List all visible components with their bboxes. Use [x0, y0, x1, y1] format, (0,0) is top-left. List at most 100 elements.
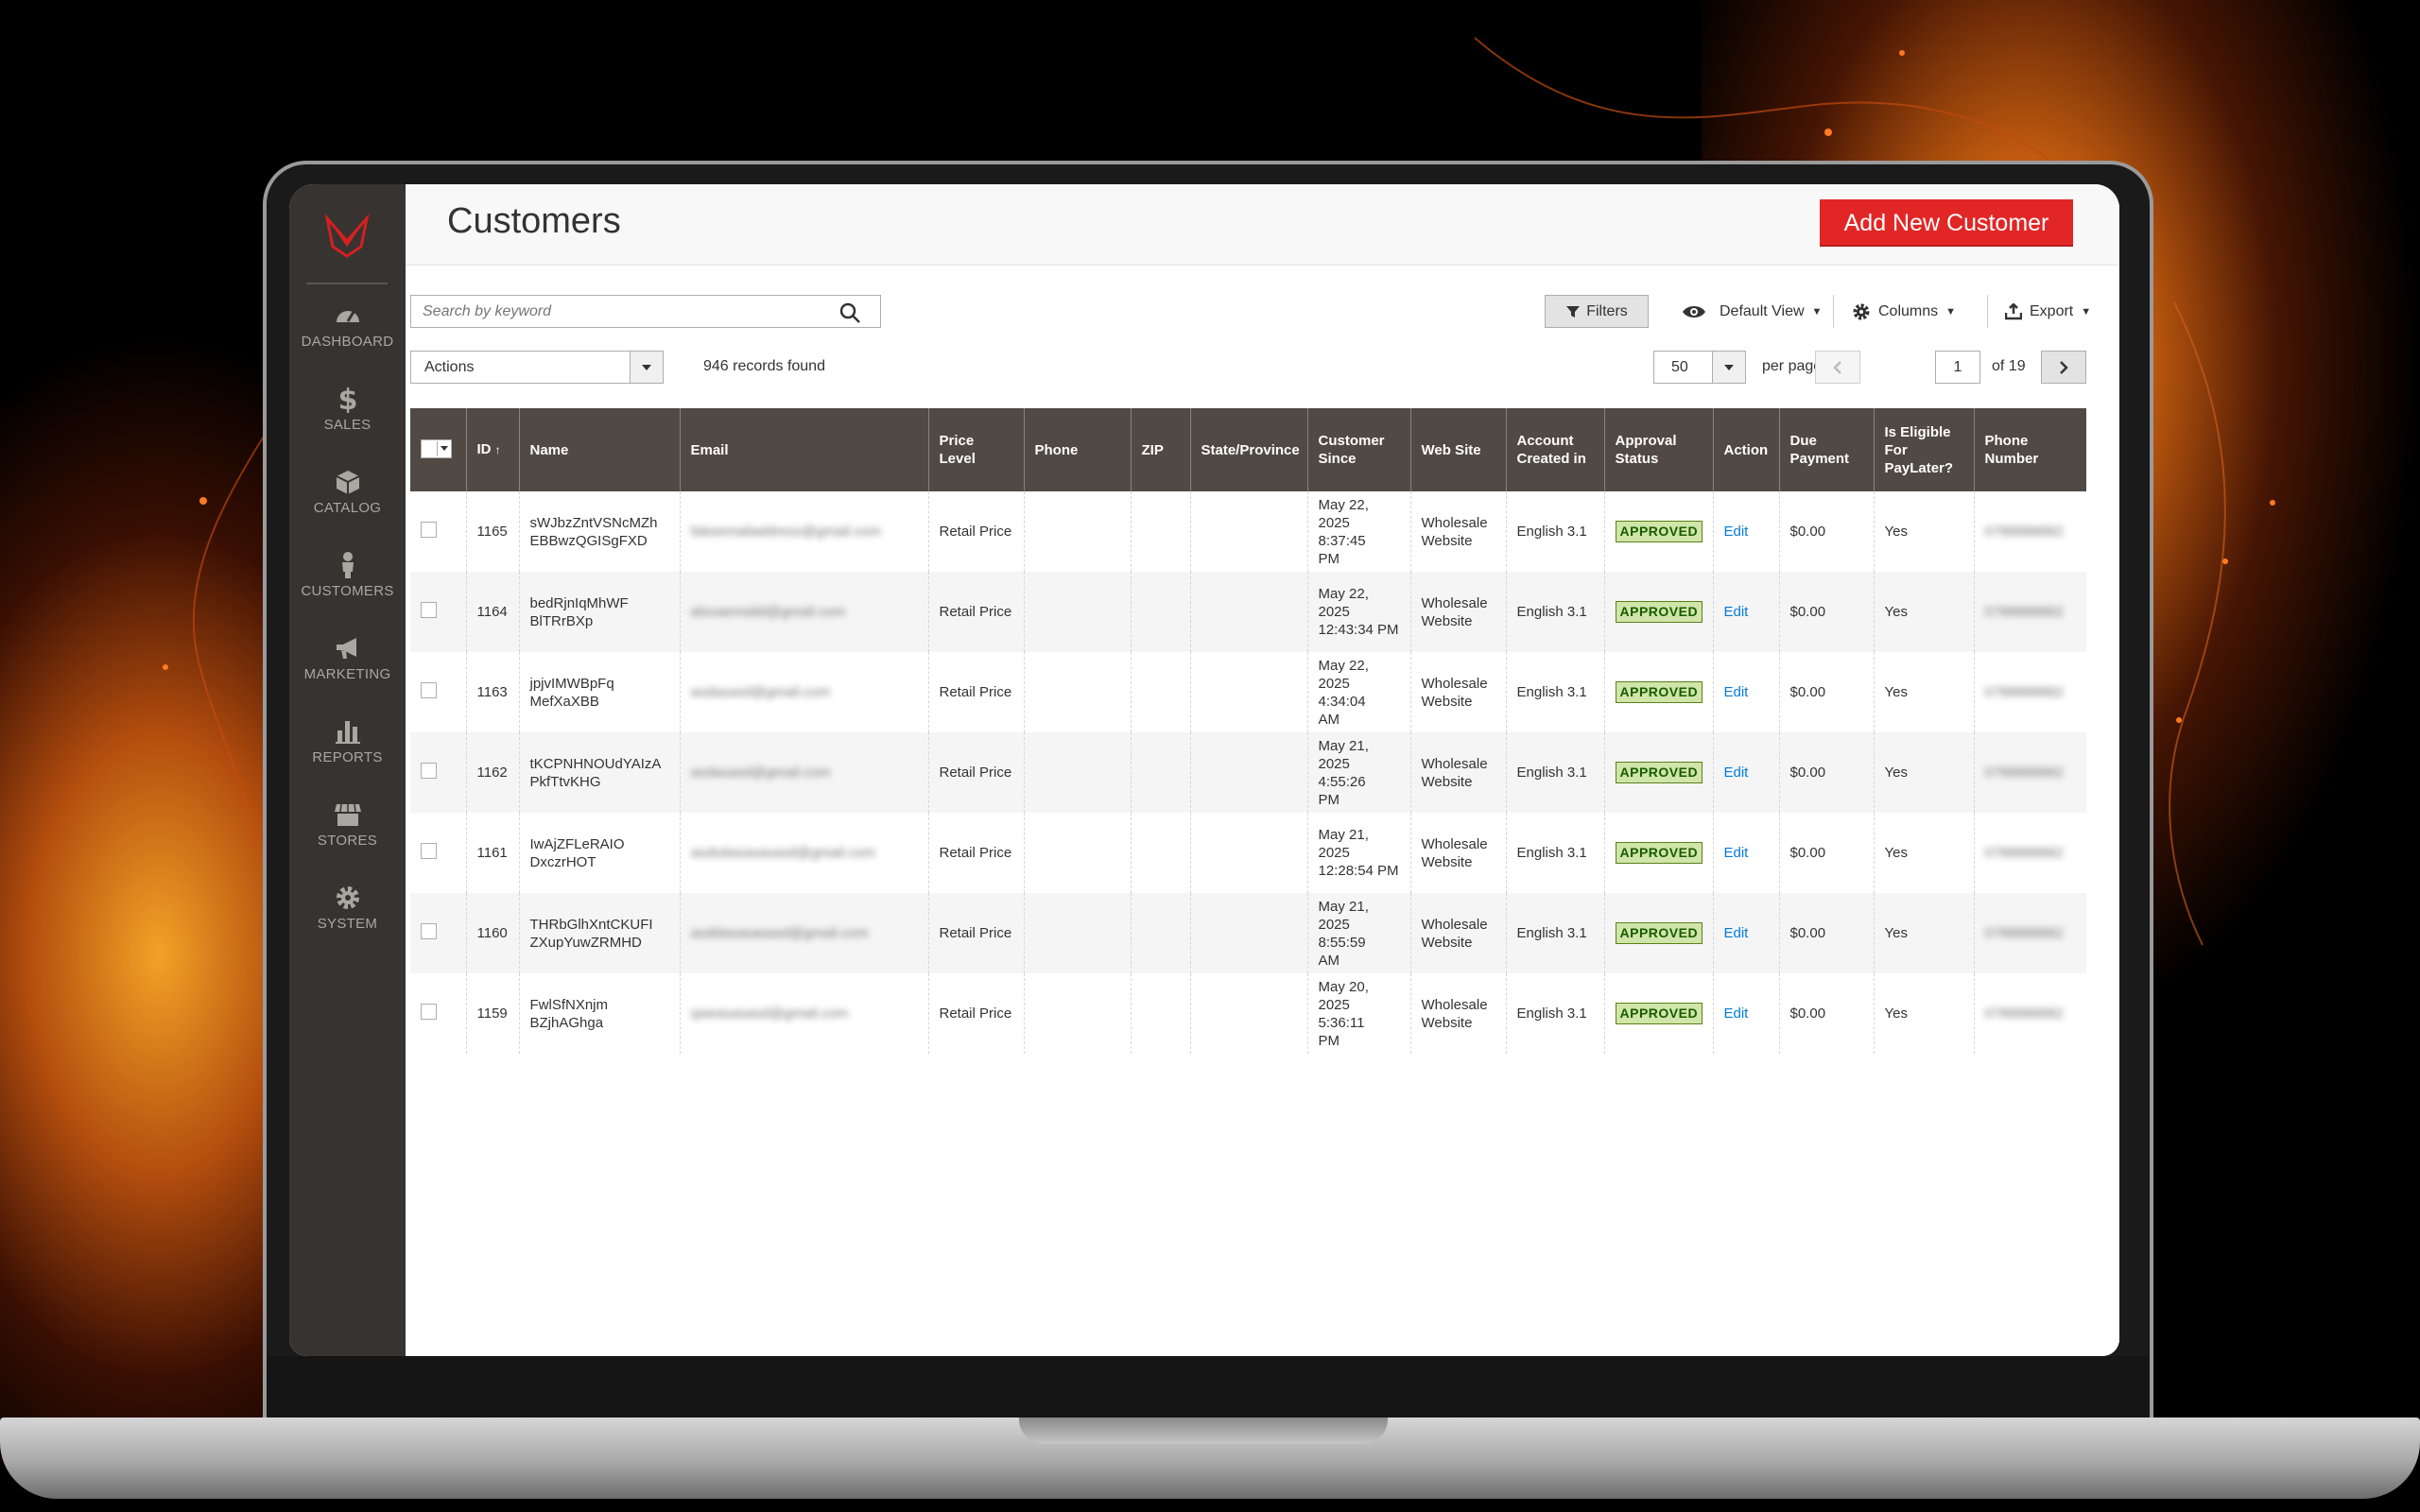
edit-link[interactable]: Edit: [1724, 524, 1749, 540]
export-label: Export: [2030, 302, 2074, 319]
sidebar-item-sales[interactable]: $ SALES: [289, 385, 406, 460]
search-icon[interactable]: [838, 301, 861, 324]
table-row[interactable]: 1159 FwlSfNXnjm BZjhAGhga qweasasasd@gmai…: [410, 973, 2086, 1054]
column-header-state[interactable]: State/Province: [1189, 408, 1307, 491]
previous-page-button[interactable]: [1815, 351, 1860, 384]
default-view-dropdown[interactable]: Default View ▼: [1682, 295, 1822, 328]
date-line: 2025: [1318, 604, 1350, 620]
table-row[interactable]: 1164 bedRjnIqMhWF BlTRrBXp alsoaemaild@gm…: [410, 572, 2086, 652]
cell-action: Edit: [1712, 893, 1779, 973]
search-input[interactable]: [411, 296, 840, 327]
edit-link[interactable]: Edit: [1724, 765, 1749, 781]
email-value: asdsdasasasasd@gmail.com: [690, 845, 875, 861]
date-line: May 22,: [1318, 657, 1369, 674]
edit-link[interactable]: Edit: [1724, 845, 1749, 861]
cell-approval-status: APPROVED: [1603, 973, 1713, 1054]
cell-state: [1189, 572, 1307, 652]
cell-account-created: English 3.1: [1505, 893, 1604, 973]
columns-dropdown[interactable]: Columns ▼: [1852, 295, 1956, 328]
column-header-paylater[interactable]: Is Eligible For PayLater?: [1873, 408, 1974, 491]
column-header-price-level[interactable]: Price Level: [927, 408, 1024, 491]
cell-paylater: Yes: [1873, 491, 1974, 572]
name-line: BlTRrBXp: [529, 612, 594, 629]
column-header-account-created[interactable]: Account Created in: [1505, 408, 1604, 491]
column-header-customer-since[interactable]: Customer Since: [1306, 408, 1410, 491]
status-badge: APPROVED: [1615, 601, 1703, 623]
date-line: 2025 8:55:59: [1318, 916, 1366, 951]
row-checkbox[interactable]: [421, 1003, 437, 1020]
cell-website: Wholesale Website: [1409, 893, 1506, 973]
edit-link[interactable]: Edit: [1724, 604, 1749, 620]
laptop-notch: [1019, 1418, 1388, 1444]
sidebar-item-dashboard[interactable]: DASHBOARD: [289, 301, 406, 377]
mass-actions-select[interactable]: Actions: [410, 351, 664, 384]
actions-label: Actions: [424, 359, 475, 375]
date-line: 2025 4:34:04: [1318, 675, 1366, 710]
name-line: FwlSfNXnjm: [529, 996, 609, 1013]
sidebar-item-reports[interactable]: REPORTS: [289, 717, 406, 793]
per-page-select[interactable]: 50: [1653, 351, 1746, 384]
cell-email: asdasasd@gmail.com: [679, 652, 928, 732]
table-row[interactable]: 1160 THRbGlhXntCKUFI ZXupYuwZRMHD asddasa…: [410, 893, 2086, 973]
sort-ascending-icon: ↑: [494, 443, 501, 456]
cell-price-level: Retail Price: [927, 732, 1024, 813]
cell-state: [1189, 973, 1307, 1054]
mass-select-checkbox[interactable]: [421, 438, 452, 458]
cell-approval-status: APPROVED: [1603, 491, 1713, 572]
sidebar-item-system[interactable]: SYSTEM: [289, 884, 406, 959]
column-header-due-payment[interactable]: Due Payment: [1778, 408, 1874, 491]
cell-email: qweasasasd@gmail.com: [679, 973, 928, 1054]
column-header-zip[interactable]: ZIP: [1130, 408, 1190, 491]
select-all-header[interactable]: [410, 408, 466, 491]
edit-link[interactable]: Edit: [1724, 1005, 1749, 1022]
column-header-email[interactable]: Email: [679, 408, 928, 491]
cell-action: Edit: [1712, 652, 1779, 732]
website-line: Website: [1421, 934, 1473, 951]
next-page-button[interactable]: [2041, 351, 2086, 384]
edit-link[interactable]: Edit: [1724, 925, 1749, 941]
cell-website: Wholesale Website: [1409, 973, 1506, 1054]
cell-customer-since: May 21, 2025 4:55:26 PM: [1306, 732, 1410, 813]
row-checkbox[interactable]: [421, 762, 437, 779]
cell-customer-since: May 22, 2025 4:34:04 AM: [1306, 652, 1410, 732]
column-header-phone[interactable]: Phone: [1023, 408, 1131, 491]
table-row[interactable]: 1165 sWJbzZntVSNcMZh EBBwzQGISgFXD fakeem…: [410, 491, 2086, 572]
column-header-website[interactable]: Web Site: [1409, 408, 1506, 491]
add-new-customer-button[interactable]: Add New Customer: [1820, 199, 2073, 247]
cell-phone-number: 0788888882: [1973, 491, 2086, 572]
cell-customer-since: May 22, 2025 12:43:34 PM: [1306, 572, 1410, 652]
date-line: May 20,: [1318, 978, 1369, 995]
column-header-approval-status[interactable]: Approval Status: [1603, 408, 1713, 491]
sidebar-item-catalog[interactable]: CATALOG: [289, 468, 406, 543]
current-page-input[interactable]: 1: [1935, 351, 1980, 384]
cell-action: Edit: [1712, 572, 1779, 652]
sidebar-item-label: SYSTEM: [317, 916, 378, 932]
export-dropdown[interactable]: Export ▼: [2005, 295, 2091, 328]
filters-button[interactable]: Filters: [1545, 295, 1649, 328]
table-row[interactable]: 1161 IwAjZFLeRAIO DxczrHOT asdsdasasasasd…: [410, 813, 2086, 893]
sidebar-item-stores[interactable]: STORES: [289, 800, 406, 876]
column-header-id[interactable]: ID ↑: [465, 408, 519, 491]
brand-logo-icon[interactable]: [323, 213, 371, 260]
table-row[interactable]: 1162 tKCPNHNOUdYAIzA PkfTtvKHG asdasasd@g…: [410, 732, 2086, 813]
sidebar-item-customers[interactable]: CUSTOMERS: [289, 551, 406, 627]
name-line: BZjhAGhga: [529, 1014, 604, 1031]
row-checkbox[interactable]: [421, 922, 437, 939]
edit-link[interactable]: Edit: [1724, 684, 1749, 700]
cell-customer-since: May 20, 2025 5:36:11 PM: [1306, 973, 1410, 1054]
date-line: PM: [1318, 1032, 1340, 1049]
table-row[interactable]: 1163 jpjvIMWBpFq MefXaXBB asdasasd@gmail.…: [410, 652, 2086, 732]
caret-down-icon: ▼: [1945, 305, 1957, 318]
cell-email: asdsdasasasasd@gmail.com: [679, 813, 928, 893]
cell-state: [1189, 732, 1307, 813]
cell-account-created: English 3.1: [1505, 572, 1604, 652]
row-checkbox[interactable]: [421, 842, 437, 859]
row-checkbox[interactable]: [421, 521, 437, 538]
column-header-phone-number[interactable]: Phone Number: [1973, 408, 2086, 491]
row-checkbox[interactable]: [421, 601, 437, 618]
cell-paylater: Yes: [1873, 893, 1974, 973]
column-header-name[interactable]: Name: [518, 408, 680, 491]
sidebar-item-marketing[interactable]: MARKETING: [289, 634, 406, 710]
cell-phone-number: 0788888882: [1973, 893, 2086, 973]
row-checkbox[interactable]: [421, 681, 437, 698]
